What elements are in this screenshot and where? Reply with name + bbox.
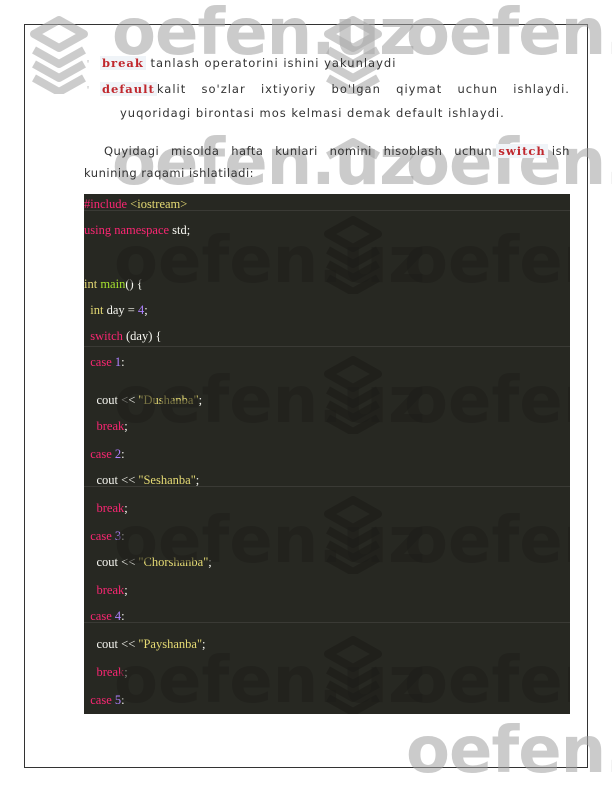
bullet-continuation: yuqoridagi birontasi mos kelmasi demak d… — [120, 106, 505, 120]
paragraph-word: uchun — [454, 144, 493, 158]
paragraph-word: hisoblash — [383, 144, 443, 158]
code-token: case — [84, 355, 115, 369]
bullet-word: uchun — [457, 82, 498, 96]
code-token: ; — [208, 555, 212, 569]
code-line: cout << "Seshanba"; — [84, 472, 570, 488]
code-line: break; — [84, 582, 570, 598]
code-token: ; — [124, 583, 128, 597]
code-token: : — [121, 693, 125, 707]
keyword-break: break — [100, 56, 146, 70]
code-token: : — [121, 609, 125, 623]
bullet-word: bo'lgan — [331, 82, 381, 96]
code-token: ; — [124, 501, 128, 515]
code-token: "Dushanba" — [138, 393, 199, 407]
code-token: case — [84, 447, 115, 461]
bullet-default: default kalit so'zlar ixtiyoriy bo'lgan q… — [100, 82, 570, 96]
bullet-marker: ◦ — [86, 58, 91, 66]
code-token: ; — [198, 393, 203, 407]
code-token: day = — [106, 303, 138, 317]
code-separator — [84, 346, 570, 347]
code-block: #include <iostream> using namespace std; i… — [84, 194, 570, 714]
code-token: () { — [125, 277, 143, 291]
code-token: (day) { — [126, 329, 162, 343]
bullet-word: kalit — [156, 82, 187, 96]
code-token: #include — [84, 197, 131, 211]
bullet-text: tanlash operatorini ishini yakunlaydi — [145, 56, 397, 70]
bullet-word: qiymat — [396, 82, 443, 96]
code-token: break — [84, 665, 125, 679]
code-token: "Chorshanba" — [138, 555, 209, 569]
paragraph-line-2: kunining raqami ishlatiladi: — [84, 166, 255, 180]
code-line: int day = 4; — [84, 302, 570, 318]
code-token: ; — [195, 473, 200, 487]
code-token: break — [84, 583, 125, 597]
code-token: "Seshanba" — [138, 473, 196, 487]
paragraph-word: Quyidagi — [104, 144, 160, 158]
code-token: ; — [124, 665, 128, 679]
code-token: cout << — [84, 555, 139, 569]
code-token: main — [100, 277, 126, 291]
code-token: ; — [124, 419, 128, 433]
code-token: ; — [144, 303, 148, 317]
watermark-logo-icon — [324, 636, 382, 714]
watermark-logo-icon — [324, 356, 382, 434]
code-token: cout << — [84, 637, 139, 651]
paragraph-word: kunlari — [275, 144, 318, 158]
code-token: cout << — [84, 473, 139, 487]
code-token: : — [121, 529, 125, 543]
keyword-switch: switch — [496, 144, 548, 158]
paragraph-word: nomini — [329, 144, 372, 158]
paragraph-word: ish — [547, 144, 570, 158]
code-token: : — [121, 355, 125, 369]
code-token: case — [84, 693, 115, 707]
bullet-word: ixtiyoriy — [260, 82, 317, 96]
code-token: case — [84, 609, 115, 623]
code-token: int — [84, 303, 107, 317]
code-token: : — [121, 447, 125, 461]
keyword-default: default — [100, 82, 157, 96]
code-token: break — [84, 419, 125, 433]
code-line: switch (day) { — [84, 328, 570, 344]
watermark-logo-icon — [324, 216, 382, 294]
code-token: cout << — [84, 393, 139, 407]
watermark-logo-icon — [324, 496, 382, 574]
code-token: int — [84, 277, 101, 291]
bullet-word: so'zlar — [201, 82, 246, 96]
code-token: "Payshanba" — [138, 637, 203, 651]
code-token: std; — [172, 223, 191, 237]
bullet-break: break tanlash operatorini ishini yakunla… — [100, 56, 570, 70]
bullet-word: ishlaydi. — [513, 82, 570, 96]
bullet-marker: ◦ — [86, 84, 91, 92]
code-token: switch — [84, 329, 127, 343]
code-line: #include <iostream> — [84, 196, 570, 212]
paragraph-line-1: Quyidagi misolda hafta kunlari nomini hi… — [104, 144, 570, 158]
code-token: <iostream> — [130, 197, 188, 211]
code-token: break — [84, 501, 125, 515]
code-token: ; — [202, 637, 206, 651]
code-token: case — [84, 529, 115, 543]
code-token: using namespace — [84, 223, 173, 237]
paragraph-word: misolda — [170, 144, 220, 158]
code-line: case 2: — [84, 446, 570, 462]
paragraph-word: hafta — [231, 144, 264, 158]
code-line: case 4: — [84, 608, 570, 624]
